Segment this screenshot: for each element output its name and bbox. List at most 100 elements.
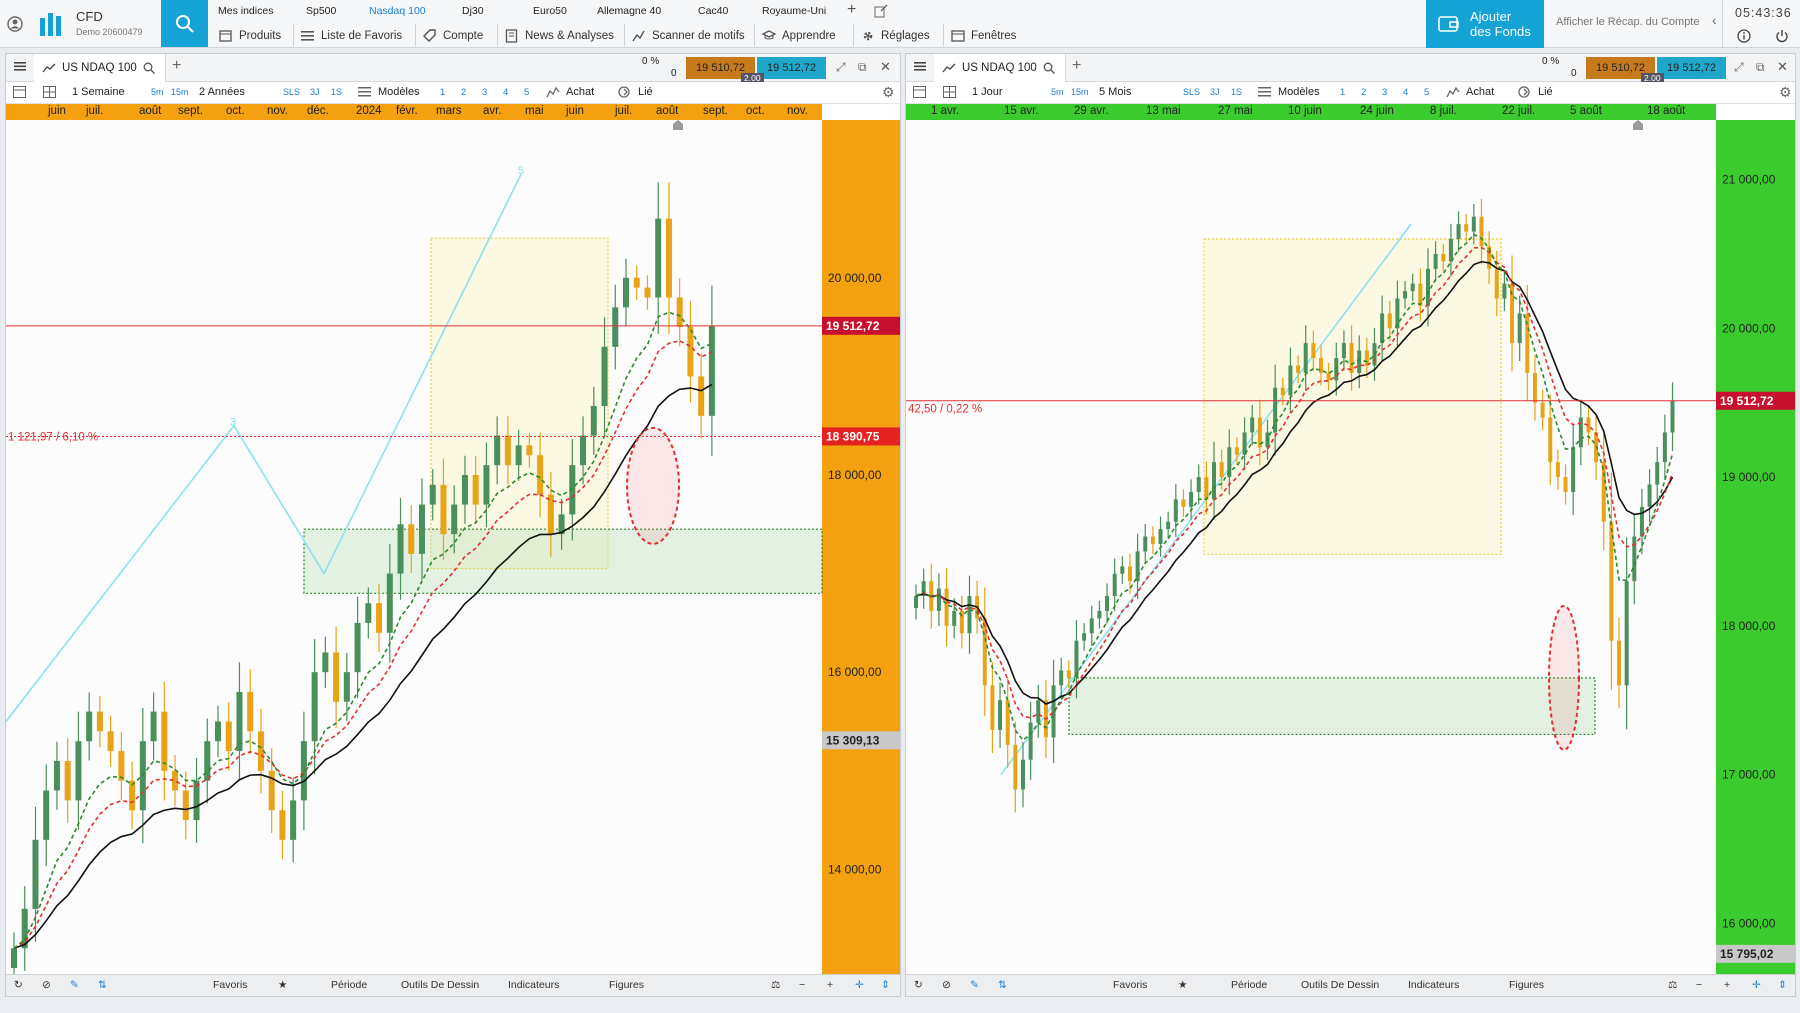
- panel-menu-icon[interactable]: [914, 60, 926, 75]
- close-icon[interactable]: ✕: [1777, 59, 1788, 75]
- quick-sls[interactable]: SLS: [1183, 87, 1200, 97]
- index-dj30[interactable]: Dj30: [462, 5, 484, 17]
- preset-5[interactable]: 5: [1424, 87, 1429, 98]
- models-button[interactable]: Modèles: [378, 86, 420, 98]
- power-icon[interactable]: [1775, 29, 1789, 46]
- index-sp500[interactable]: Sp500: [306, 5, 336, 17]
- forbidden-icon[interactable]: ⊘: [942, 979, 951, 991]
- fit-icon[interactable]: ⇕: [1778, 979, 1787, 991]
- buy-icon[interactable]: [1446, 86, 1460, 101]
- zoom-in-icon[interactable]: +: [827, 979, 833, 991]
- index-euro50[interactable]: Euro50: [533, 5, 567, 17]
- fit-icon[interactable]: ⇕: [881, 979, 890, 991]
- menu-gear[interactable]: Réglages: [861, 26, 930, 46]
- preset-2[interactable]: 2: [461, 87, 466, 98]
- menu-box[interactable]: Produits: [219, 26, 281, 46]
- swap-icon[interactable]: ⇅: [98, 979, 107, 991]
- info-icon[interactable]: [1737, 29, 1751, 46]
- tf-15m[interactable]: 15m: [171, 87, 189, 97]
- index-royaume-uni[interactable]: Royaume-Uni: [762, 5, 826, 17]
- quick-3j[interactable]: 3J: [310, 87, 320, 97]
- add-tab-icon[interactable]: +: [1072, 57, 1081, 75]
- close-icon[interactable]: ✕: [880, 59, 891, 75]
- zoom-out-icon[interactable]: −: [799, 979, 805, 991]
- chart-panel-left[interactable]: US NDAQ 100 + 0 % 0 19 510,72 19 512,72 …: [5, 53, 901, 997]
- crosshair-icon[interactable]: ✛: [855, 979, 864, 991]
- tf-5m[interactable]: 5m: [1051, 87, 1064, 97]
- add-funds-button[interactable]: Ajouter des Fonds: [1426, 0, 1544, 48]
- expand-icon[interactable]: ⤢: [1734, 60, 1744, 75]
- link-icon[interactable]: [618, 86, 632, 101]
- pencil-icon[interactable]: ✎: [70, 979, 79, 991]
- index-nasdaq-100[interactable]: Nasdaq 100: [369, 5, 426, 17]
- add-index-icon[interactable]: +: [847, 1, 856, 19]
- layout-icon[interactable]: [13, 86, 26, 101]
- tf-5m[interactable]: 5m: [151, 87, 164, 97]
- collapse-icon[interactable]: ‹: [1712, 12, 1717, 28]
- menu-news[interactable]: News & Analyses: [505, 26, 614, 46]
- range-select[interactable]: 2 Années: [199, 86, 245, 98]
- price-chart-right[interactable]: 21 000,00 20 000,00 19 000,00 18 000,00 17 0…: [906, 120, 1795, 974]
- grid-icon[interactable]: [43, 86, 56, 101]
- quick-1s[interactable]: 1S: [1231, 87, 1242, 97]
- zoom-out-icon[interactable]: −: [1696, 979, 1702, 991]
- quick-3j[interactable]: 3J: [1210, 87, 1220, 97]
- forbidden-icon[interactable]: ⊘: [42, 979, 51, 991]
- index-cac40[interactable]: Cac40: [698, 5, 728, 17]
- preset-3[interactable]: 3: [482, 87, 487, 98]
- pencil-icon[interactable]: ✎: [970, 979, 979, 991]
- quick-1s[interactable]: 1S: [331, 87, 342, 97]
- tools-icon[interactable]: ⚖: [771, 979, 780, 991]
- menu-window[interactable]: Fenêtres: [951, 26, 1016, 46]
- models-icon[interactable]: [358, 86, 371, 100]
- preset-3[interactable]: 3: [1382, 87, 1387, 98]
- expand-icon[interactable]: ⤢: [836, 60, 846, 75]
- settings-gear-icon[interactable]: ⚙: [882, 84, 895, 101]
- quick-sls[interactable]: SLS: [283, 87, 300, 97]
- footer-drawing-tools[interactable]: Outils De Dessin: [1301, 979, 1379, 991]
- preset-4[interactable]: 4: [1403, 87, 1408, 98]
- crosshair-icon[interactable]: ✛: [1752, 979, 1761, 991]
- footer-drawing-tools[interactable]: Outils De Dessin: [401, 979, 479, 991]
- grid-icon[interactable]: [943, 86, 956, 101]
- price-chart-left[interactable]: 20 000,00 18 000,00 16 000,00 14 000,00 19 5…: [6, 120, 900, 974]
- footer-favoris[interactable]: Favoris: [1113, 979, 1147, 991]
- tools-icon[interactable]: ⚖: [1668, 979, 1677, 991]
- footer-periode[interactable]: Période: [331, 979, 367, 991]
- models-icon[interactable]: [1258, 86, 1271, 100]
- star-icon[interactable]: ★: [1178, 979, 1187, 991]
- add-tab-icon[interactable]: +: [172, 57, 181, 75]
- buy-button[interactable]: Achat: [1466, 86, 1494, 98]
- footer-indicators[interactable]: Indicateurs: [508, 979, 559, 991]
- settings-gear-icon[interactable]: ⚙: [1779, 84, 1792, 101]
- instrument-tab[interactable]: US NDAQ 100: [34, 54, 166, 82]
- detach-icon[interactable]: ⧉: [1756, 60, 1765, 75]
- tf-15m[interactable]: 15m: [1071, 87, 1089, 97]
- footer-periode[interactable]: Période: [1231, 979, 1267, 991]
- footer-indicators[interactable]: Indicateurs: [1408, 979, 1459, 991]
- preset-2[interactable]: 2: [1361, 87, 1366, 98]
- preset-1[interactable]: 1: [1340, 87, 1345, 98]
- instrument-tab[interactable]: US NDAQ 100: [934, 54, 1066, 82]
- refresh-icon[interactable]: ↻: [914, 979, 923, 991]
- menu-list[interactable]: Liste de Favoris: [301, 26, 402, 46]
- edit-indices-icon[interactable]: [874, 4, 888, 21]
- models-button[interactable]: Modèles: [1278, 86, 1320, 98]
- interval-select[interactable]: 1 Jour: [972, 86, 1003, 98]
- menu-learn[interactable]: Apprendre: [762, 26, 836, 46]
- chart-panel-right[interactable]: US NDAQ 100 + 0 % 0 19 510,72 19 512,72 …: [905, 53, 1796, 997]
- footer-favoris[interactable]: Favoris: [213, 979, 247, 991]
- preset-5[interactable]: 5: [524, 87, 529, 98]
- range-select[interactable]: 5 Mois: [1099, 86, 1131, 98]
- menu-tag[interactable]: Compte: [423, 26, 483, 46]
- refresh-icon[interactable]: ↻: [14, 979, 23, 991]
- interval-select[interactable]: 1 Semaine: [72, 86, 125, 98]
- buy-price-button[interactable]: 19 512,72: [1657, 57, 1726, 79]
- footer-figures[interactable]: Figures: [609, 979, 644, 991]
- swap-icon[interactable]: ⇅: [998, 979, 1007, 991]
- search-button[interactable]: [161, 0, 208, 47]
- index-mes-indices[interactable]: Mes indices: [218, 5, 273, 17]
- layout-icon[interactable]: [913, 86, 926, 101]
- buy-icon[interactable]: [546, 86, 560, 101]
- buy-price-button[interactable]: 19 512,72: [757, 57, 826, 79]
